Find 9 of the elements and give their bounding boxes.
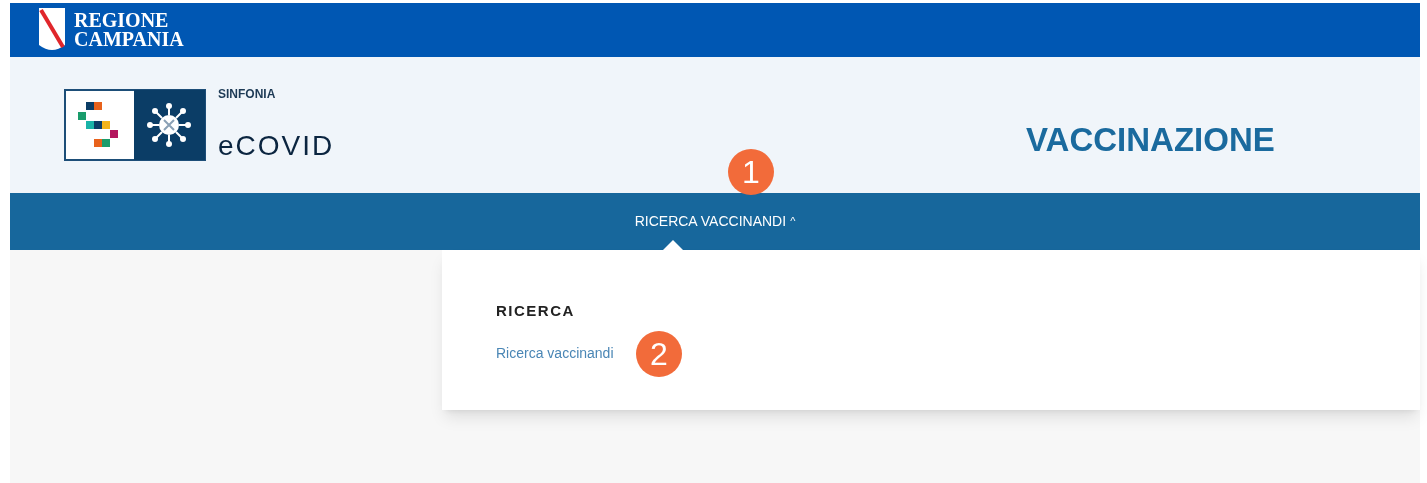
dropdown-link[interactable]: Ricerca vaccinandi (496, 342, 614, 364)
brand-name: eCOVID (218, 131, 335, 161)
region-name: CAMPANIA (74, 30, 184, 49)
page-title: VACCINAZIONE (1026, 120, 1275, 160)
coat-of-arms-icon (38, 7, 66, 53)
region-name: REGIONE (74, 11, 170, 30)
dropdown-heading: RICERCA (496, 301, 576, 321)
step-marker: 2 (636, 330, 682, 377)
brand-label: SINFONIA (218, 86, 277, 103)
